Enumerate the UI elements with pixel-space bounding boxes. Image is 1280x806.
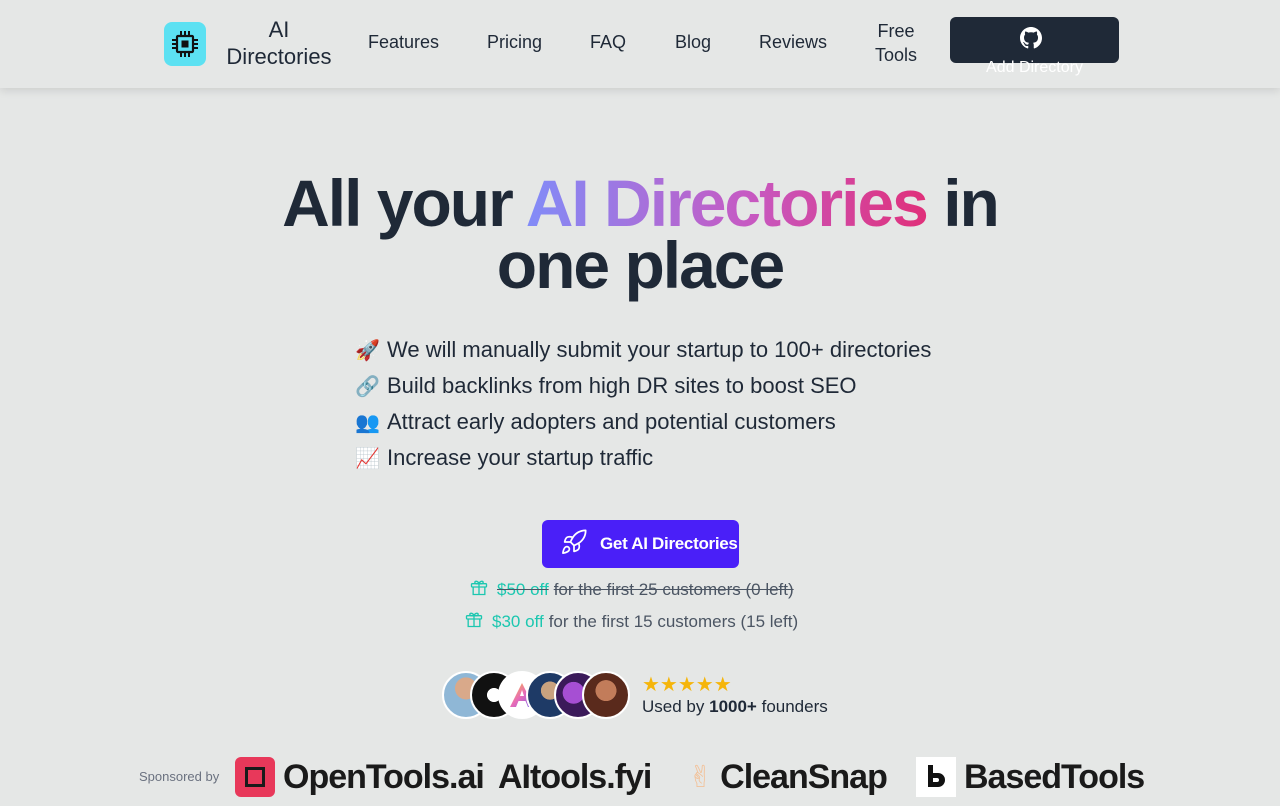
chart-emoji-icon: 📈	[355, 446, 380, 470]
list-item: 👥 Attract early adopters and potential c…	[355, 408, 931, 444]
rocket-emoji-icon: 🚀	[355, 338, 380, 362]
github-icon	[1020, 27, 1042, 54]
offer-amount: $30 off	[492, 611, 544, 631]
feature-text: We will manually submit your startup to …	[387, 337, 932, 362]
offer-text: for the first 25 customers (0 left)	[553, 579, 794, 599]
feature-text: Attract early adopters and potential cus…	[387, 409, 836, 434]
used-by-prefix: Used by	[642, 697, 705, 716]
offer-active: $30 off for the first 15 customers (15 l…	[464, 609, 798, 634]
gift-icon	[469, 577, 489, 602]
offer-amount: $50 off	[497, 579, 549, 599]
top-navbar: AI Directories Features Pricing FAQ Blog…	[0, 0, 1280, 88]
sponsor-name: AItools.fyi	[498, 757, 652, 796]
nav-link-pricing[interactable]: Pricing	[487, 31, 542, 53]
sponsor-name: OpenTools.ai	[283, 757, 485, 796]
opentools-logo-icon	[235, 757, 275, 797]
logo-chip-icon[interactable]	[164, 22, 206, 66]
snap-hand-icon: ✌	[688, 759, 713, 795]
sponsor-name: CleanSnap	[720, 757, 888, 796]
used-by-suffix: founders	[761, 697, 828, 716]
rocket-icon	[560, 528, 588, 561]
cta-label: Get AI Directories	[600, 534, 738, 553]
feature-text: Build backlinks from high DR sites to bo…	[387, 373, 857, 398]
hero-text-after: in	[943, 166, 1000, 240]
people-emoji-icon: 👥	[355, 410, 380, 434]
brand-name[interactable]: AI Directories	[224, 16, 334, 70]
nav-link-reviews[interactable]: Reviews	[759, 31, 827, 53]
sponsor-cleansnap[interactable]: ✌ CleanSnap	[688, 756, 888, 798]
list-item: 📈 Increase your startup traffic	[355, 444, 931, 480]
list-item: 🔗 Build backlinks from high DR sites to …	[355, 372, 931, 408]
nav-link-blog[interactable]: Blog	[675, 31, 711, 53]
used-by-text: Used by 1000+ founders	[642, 697, 828, 717]
avatar	[582, 671, 630, 719]
sponsor-name: BasedTools	[964, 757, 1145, 796]
nav-link-free-tools[interactable]: Free Tools	[866, 19, 926, 67]
add-directory-button[interactable]: Add Directory	[950, 17, 1119, 76]
list-item: 🚀 We will manually submit your startup t…	[355, 336, 931, 372]
link-emoji-icon: 🔗	[355, 374, 380, 398]
get-ai-directories-button[interactable]: Get AI Directories	[542, 520, 739, 568]
offer-text: for the first 15 customers (15 left)	[548, 611, 799, 631]
add-directory-label: Add Directory	[986, 59, 1083, 76]
nav-link-features[interactable]: Features	[368, 31, 439, 53]
founder-avatars	[442, 671, 632, 719]
nav-link-faq[interactable]: FAQ	[590, 31, 626, 53]
hero-headline: All your AI Directories in one place	[0, 170, 1280, 298]
feature-text: Increase your startup traffic	[387, 445, 654, 470]
sponsored-by-label: Sponsored by	[139, 769, 220, 784]
basedtools-logo-icon	[916, 757, 956, 797]
hero-line2: one place	[496, 228, 785, 302]
five-star-rating-icon: ★★★★★	[642, 672, 732, 696]
sponsor-aitools[interactable]: AItools.fyi	[498, 756, 652, 798]
hero-text-before: All your	[282, 166, 514, 240]
founder-count: 1000+	[709, 697, 757, 716]
gift-icon	[464, 609, 484, 634]
sponsor-basedtools[interactable]: BasedTools	[916, 756, 1145, 798]
sponsor-opentools[interactable]: OpenTools.ai	[235, 756, 485, 798]
feature-list: 🚀 We will manually submit your startup t…	[355, 336, 931, 480]
offer-expired: $50 off for the first 25 customers (0 le…	[469, 577, 794, 602]
